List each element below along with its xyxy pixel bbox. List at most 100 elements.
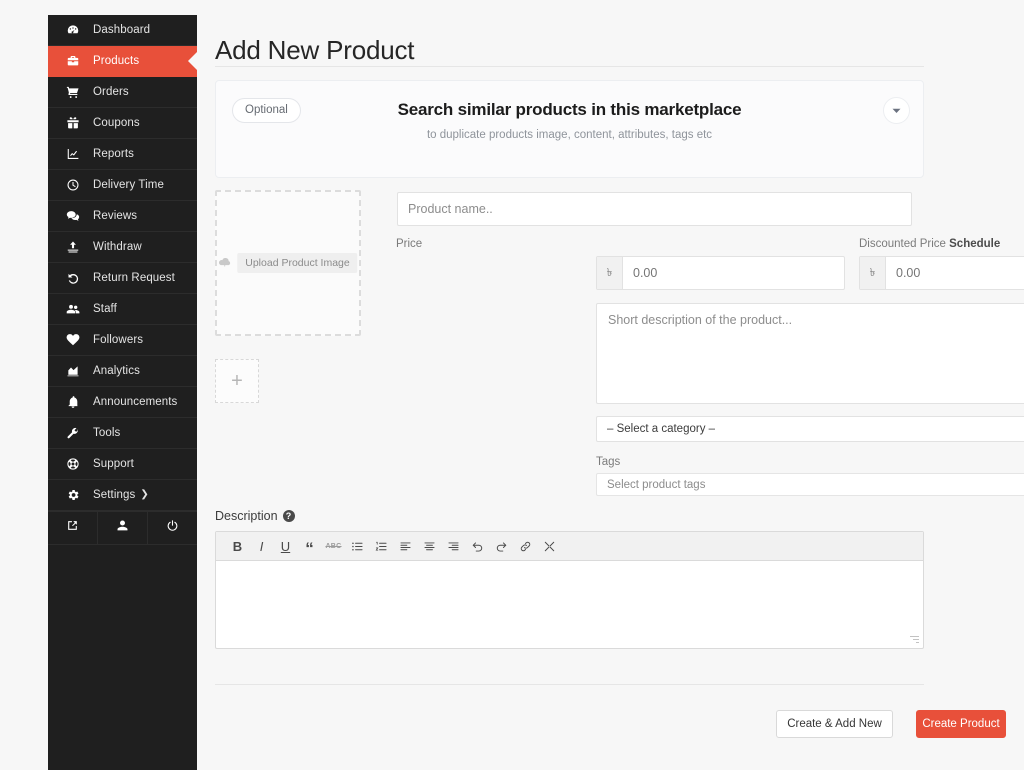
sidebar-item-orders[interactable]: Orders bbox=[48, 77, 197, 108]
sidebar-item-coupons[interactable]: Coupons bbox=[48, 108, 197, 139]
undo-arrow-icon bbox=[62, 271, 84, 285]
chevron-down-glyph bbox=[892, 108, 901, 113]
sidebar-item-label: Products bbox=[93, 55, 140, 67]
ordered-list-button[interactable] bbox=[370, 535, 393, 558]
briefcase-icon bbox=[62, 54, 84, 68]
create-product-button[interactable]: Create Product bbox=[916, 710, 1006, 738]
discounted-price-currency-symbol: ৳ bbox=[860, 257, 886, 289]
comments-icon bbox=[62, 209, 84, 223]
chevron-right-icon: ❯ bbox=[140, 489, 149, 500]
sidebar-item-reviews[interactable]: Reviews bbox=[48, 201, 197, 232]
logout-button[interactable] bbox=[148, 512, 197, 544]
sidebar-item-support[interactable]: Support bbox=[48, 449, 197, 480]
description-editor-toolbar: B I U “ ABC bbox=[216, 532, 923, 561]
sidebar-item-label: Coupons bbox=[93, 117, 140, 129]
discounted-price-input[interactable] bbox=[886, 257, 1024, 289]
discounted-price-field-group[interactable]: ৳ bbox=[859, 256, 1024, 290]
shopping-cart-icon bbox=[62, 85, 84, 99]
description-editor: B I U “ ABC bbox=[215, 531, 924, 649]
dashboard-gauge-icon bbox=[62, 23, 84, 37]
sidebar-item-label: Settings bbox=[93, 489, 136, 501]
sidebar-item-staff[interactable]: Staff bbox=[48, 294, 197, 325]
sidebar-item-settings[interactable]: Settings ❯ bbox=[48, 480, 197, 511]
tags-label: Tags bbox=[596, 456, 621, 468]
sidebar-item-label: Withdraw bbox=[93, 241, 142, 253]
price-input[interactable] bbox=[623, 257, 844, 289]
bell-icon bbox=[62, 395, 84, 409]
unordered-list-button[interactable] bbox=[346, 535, 369, 558]
sidebar-item-return-request[interactable]: Return Request bbox=[48, 263, 197, 294]
italic-button[interactable]: I bbox=[250, 535, 273, 558]
sidebar-item-withdraw[interactable]: Withdraw bbox=[48, 232, 197, 263]
life-ring-icon bbox=[62, 457, 84, 471]
sidebar: Dashboard Products Orders Coupons Reports Del… bbox=[48, 15, 198, 770]
create-and-add-new-button[interactable]: Create & Add New bbox=[776, 710, 893, 738]
price-currency-symbol: ৳ bbox=[597, 257, 623, 289]
sidebar-item-label: Analytics bbox=[93, 365, 140, 377]
users-icon bbox=[62, 302, 84, 316]
question-mark-icon[interactable]: ? bbox=[282, 510, 295, 522]
underline-button-glyph: U bbox=[280, 538, 291, 554]
price-field-group[interactable]: ৳ bbox=[596, 256, 845, 290]
search-similar-products-card[interactable]: Optional Search similar products in this… bbox=[215, 80, 924, 178]
short-description-textarea[interactable] bbox=[596, 303, 1024, 404]
sidebar-item-label: Orders bbox=[93, 86, 129, 98]
blockquote-button[interactable]: “ bbox=[298, 535, 321, 558]
add-more-image-button[interactable]: + bbox=[215, 359, 259, 403]
tags-input[interactable] bbox=[596, 473, 1024, 496]
description-label: Description ? bbox=[215, 509, 295, 523]
link-button[interactable] bbox=[514, 535, 537, 558]
profile-button[interactable] bbox=[98, 512, 148, 544]
sidebar-footer bbox=[48, 511, 197, 545]
sidebar-item-label: Followers bbox=[93, 334, 144, 346]
sidebar-item-dashboard[interactable]: Dashboard bbox=[48, 15, 197, 46]
discounted-price-text: Discounted Price bbox=[859, 238, 946, 250]
align-center-button[interactable] bbox=[418, 535, 441, 558]
category-selected-value: – Select a category – bbox=[607, 423, 716, 435]
cloud-upload-icon bbox=[218, 254, 231, 272]
italic-button-glyph: I bbox=[259, 538, 264, 554]
upload-arrow-icon bbox=[62, 240, 84, 254]
sidebar-item-followers[interactable]: Followers bbox=[48, 325, 197, 356]
undo-button[interactable] bbox=[466, 535, 489, 558]
sidebar-item-products[interactable]: Products bbox=[48, 46, 198, 77]
strikethrough-button[interactable]: ABC bbox=[322, 535, 345, 558]
chevron-down-icon[interactable] bbox=[883, 97, 910, 124]
wrench-icon bbox=[62, 426, 84, 440]
bold-button[interactable]: B bbox=[226, 535, 249, 558]
sidebar-item-label: Support bbox=[93, 458, 134, 470]
chart-area-icon bbox=[62, 364, 84, 378]
description-editor-body[interactable] bbox=[216, 561, 923, 649]
sidebar-item-delivery-time[interactable]: Delivery Time bbox=[48, 170, 197, 201]
category-select[interactable]: – Select a category – ▼ bbox=[596, 416, 1024, 442]
sidebar-item-reports[interactable]: Reports bbox=[48, 139, 197, 170]
sidebar-item-label: Reviews bbox=[93, 210, 138, 222]
upload-product-image-label: Upload Product Image bbox=[237, 253, 358, 273]
sidebar-item-tools[interactable]: Tools bbox=[48, 418, 197, 449]
fullscreen-button[interactable] bbox=[538, 535, 561, 558]
product-name-input[interactable] bbox=[397, 192, 912, 226]
align-left-button[interactable] bbox=[394, 535, 417, 558]
app-root: Dashboard Products Orders Coupons Reports Del… bbox=[0, 0, 1024, 770]
price-label: Price bbox=[396, 238, 423, 250]
align-right-button[interactable] bbox=[442, 535, 465, 558]
underline-button[interactable]: U bbox=[274, 535, 297, 558]
sidebar-item-label: Reports bbox=[93, 148, 134, 160]
plus-icon: + bbox=[231, 370, 243, 392]
sidebar-item-label: Delivery Time bbox=[93, 179, 164, 191]
schedule-link[interactable]: Schedule bbox=[949, 238, 1000, 250]
page-title: Add New Product bbox=[215, 35, 415, 66]
sidebar-item-label: Announcements bbox=[93, 396, 178, 408]
sidebar-item-announcements[interactable]: Announcements bbox=[48, 387, 197, 418]
sidebar-nav: Dashboard Products Orders Coupons Reports Del… bbox=[48, 15, 198, 511]
main-content: Add New Product Optional Search similar … bbox=[197, 0, 1024, 770]
visit-store-button[interactable] bbox=[48, 512, 98, 544]
actions-divider bbox=[215, 684, 924, 685]
search-similar-subheading: to duplicate products image, content, at… bbox=[426, 129, 713, 141]
product-image-dropzone[interactable]: Upload Product Image bbox=[215, 190, 361, 336]
upload-product-image-trigger[interactable]: Upload Product Image bbox=[218, 253, 358, 273]
redo-button[interactable] bbox=[490, 535, 513, 558]
sidebar-item-analytics[interactable]: Analytics bbox=[48, 356, 197, 387]
sidebar-item-label: Dashboard bbox=[93, 24, 151, 36]
bold-button-glyph: B bbox=[232, 538, 243, 554]
